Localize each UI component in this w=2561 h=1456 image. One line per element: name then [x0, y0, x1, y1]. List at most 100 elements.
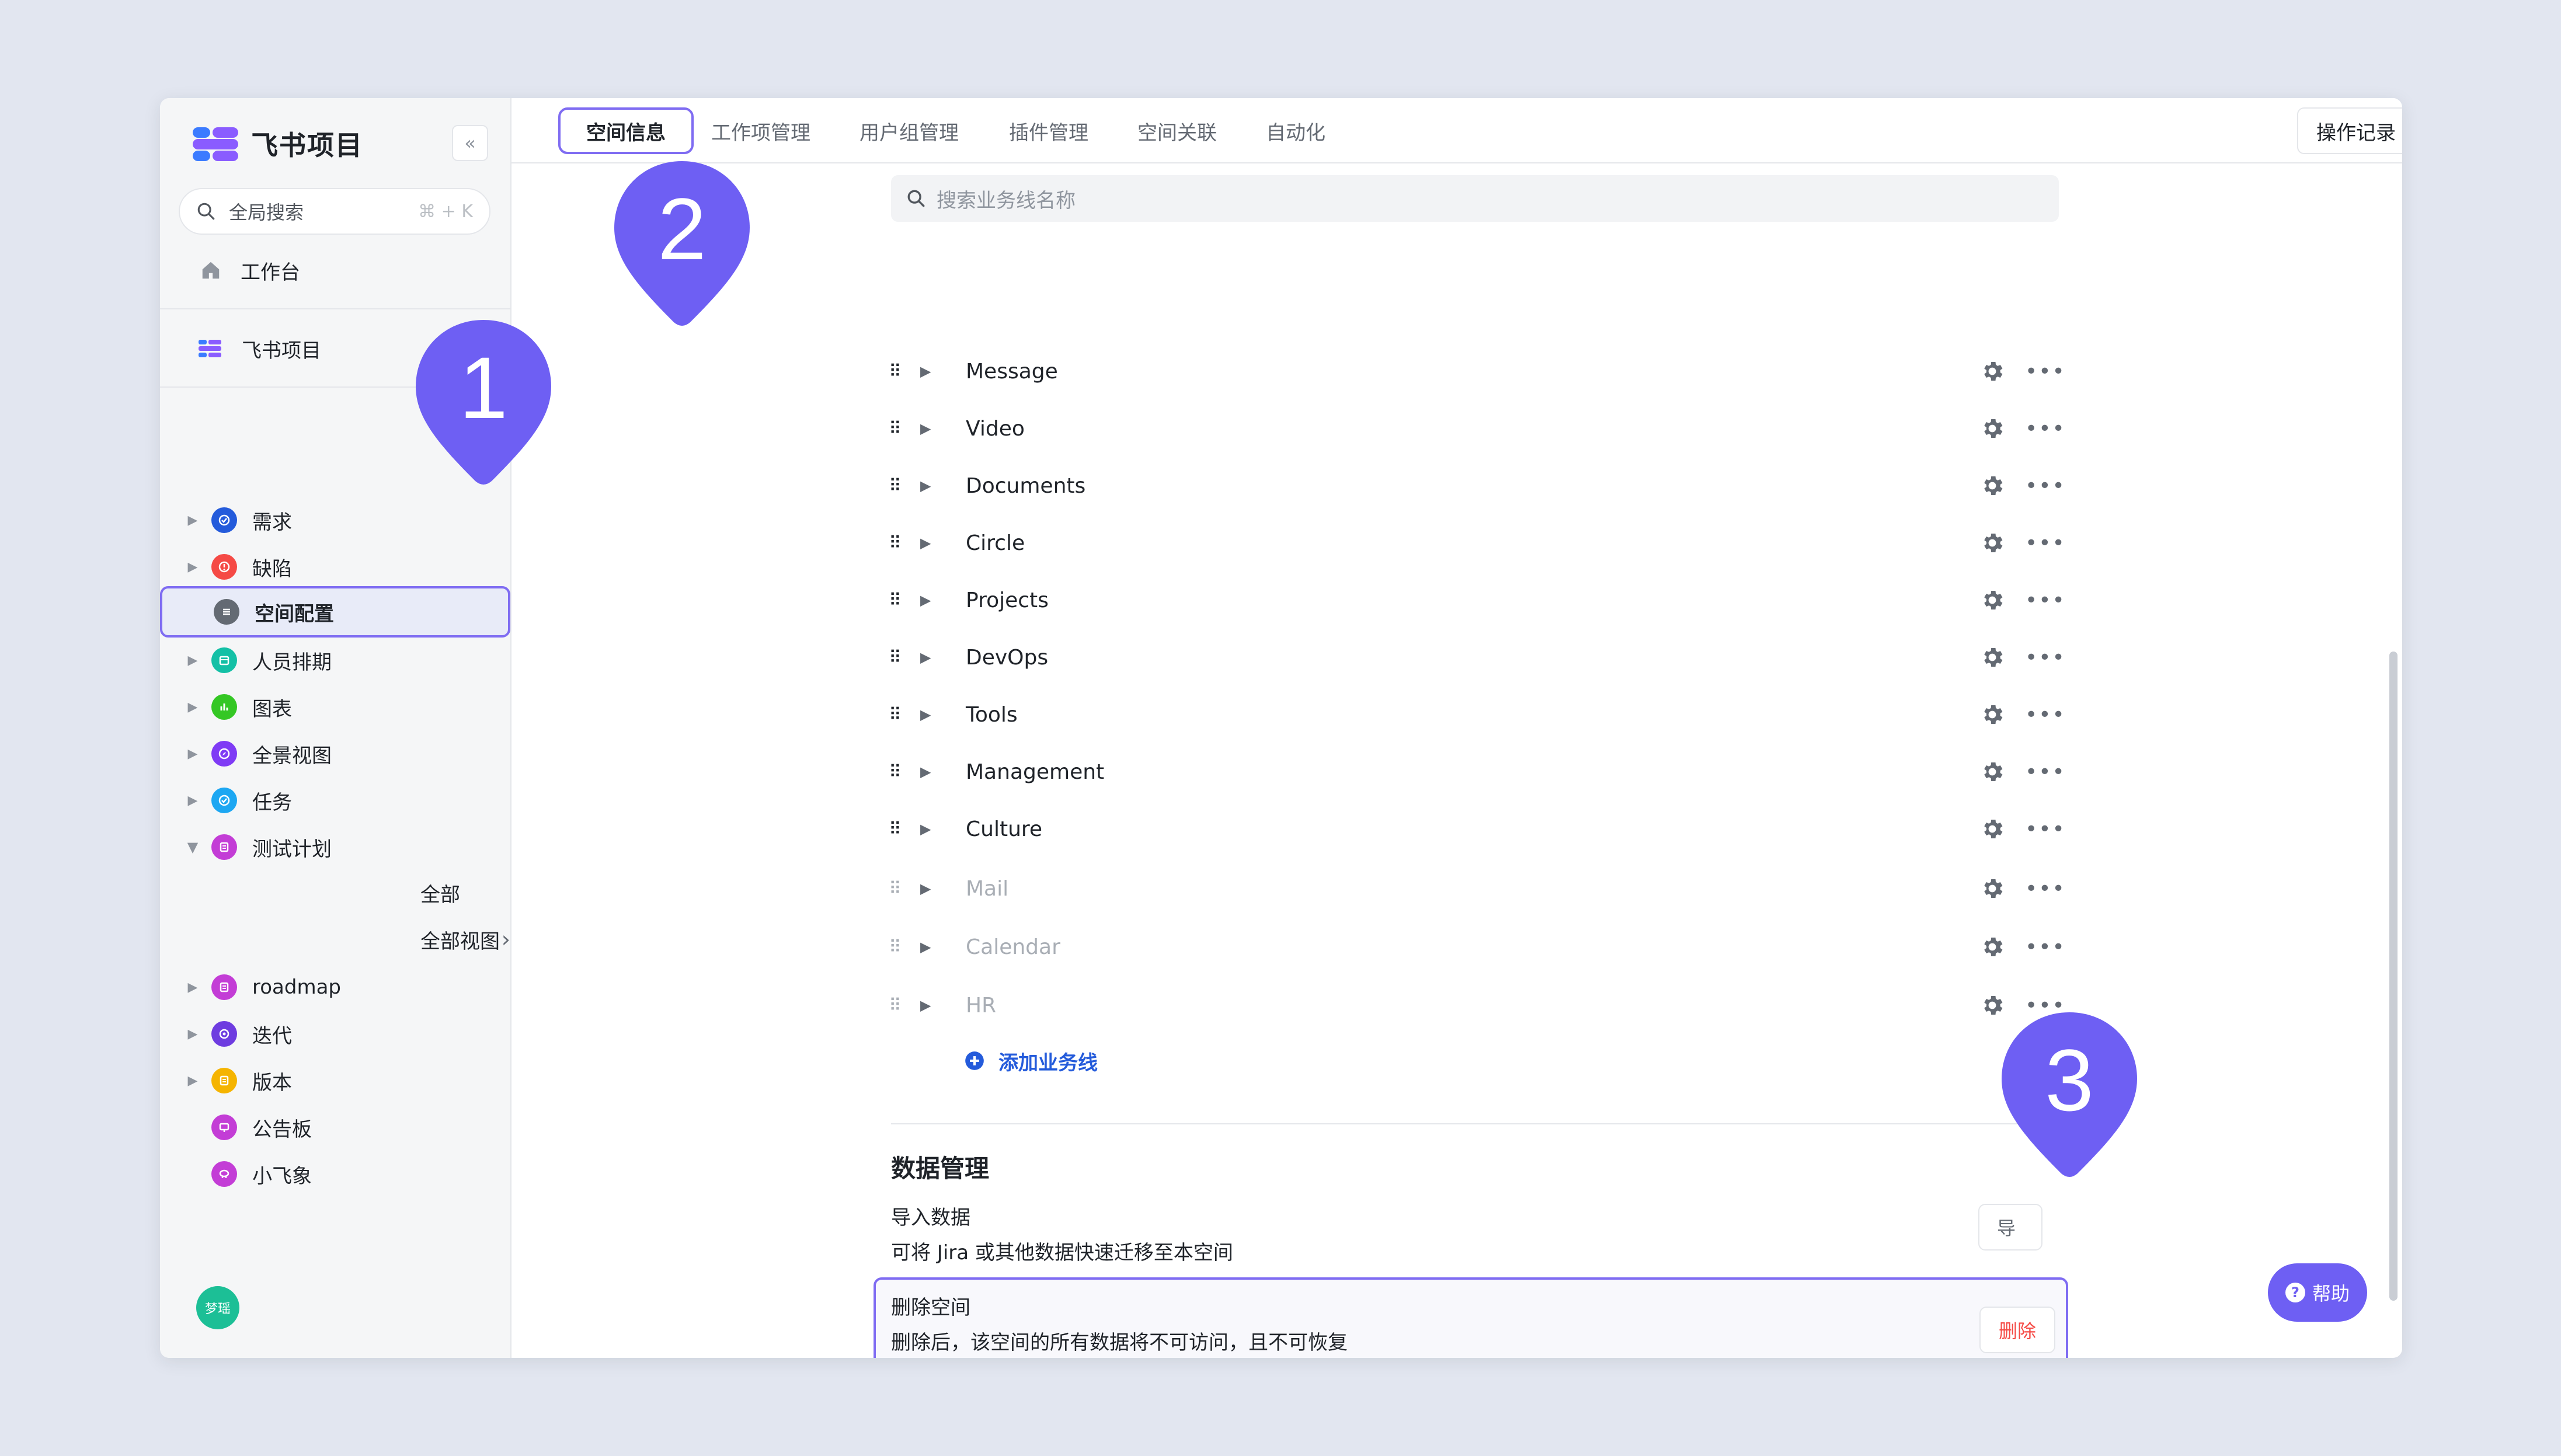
- sidebar-item-bulletin[interactable]: ▶ 公告板: [160, 1106, 510, 1149]
- drag-handle-icon[interactable]: ⠿: [889, 819, 912, 840]
- drag-handle-icon[interactable]: ⠿: [889, 879, 912, 899]
- tab-space-info[interactable]: 空间信息: [558, 107, 694, 154]
- caret-right-icon[interactable]: ▶: [920, 420, 944, 437]
- help-button[interactable]: ? 帮助: [2268, 1263, 2367, 1322]
- caret-right-icon[interactable]: ▶: [920, 478, 944, 494]
- gear-icon[interactable]: [1979, 702, 2005, 727]
- caret-right-icon[interactable]: ▶: [920, 997, 944, 1013]
- business-line-row[interactable]: ⠿ ▶ Tools •••: [889, 691, 2080, 738]
- sidebar-item-tasks[interactable]: ▶ 任务: [160, 779, 510, 822]
- sidebar-item-version[interactable]: ▶ 版本: [160, 1059, 510, 1102]
- drag-handle-icon[interactable]: ⠿: [889, 647, 912, 668]
- drag-handle-icon[interactable]: ⠿: [889, 995, 912, 1016]
- business-line-row[interactable]: ⠿ ▶ Management •••: [889, 748, 2080, 795]
- tab-plugin-management[interactable]: 插件管理: [1009, 107, 1088, 154]
- tab-automation[interactable]: 自动化: [1266, 107, 1325, 154]
- drag-handle-icon[interactable]: ⠿: [889, 937, 912, 957]
- business-line-row[interactable]: ⠿ ▶ Mail •••: [889, 865, 2080, 912]
- tab-work-item-management[interactable]: 工作项管理: [711, 107, 810, 154]
- caret-right-icon[interactable]: ▶: [920, 880, 944, 897]
- caret-right-icon[interactable]: ▶: [920, 821, 944, 837]
- drag-handle-icon[interactable]: ⠿: [889, 419, 912, 439]
- global-search-input[interactable]: 全局搜索 ⌘ + K: [179, 188, 490, 235]
- more-icon[interactable]: •••: [2025, 474, 2066, 498]
- operation-history-button[interactable]: 操作记录: [2297, 107, 2402, 154]
- sidebar-item-roadmap[interactable]: ▶ roadmap: [160, 966, 510, 1009]
- caret-right-icon[interactable]: ▶: [920, 592, 944, 608]
- gear-icon[interactable]: [1979, 358, 2005, 384]
- brand[interactable]: 飞书项目: [193, 123, 363, 165]
- business-line-row[interactable]: ⠿ ▶ Message •••: [889, 348, 2080, 395]
- business-line-row[interactable]: ⠿ ▶ Culture •••: [889, 806, 2080, 852]
- caret-right-icon[interactable]: ▶: [187, 560, 199, 574]
- gear-icon[interactable]: [1979, 645, 2005, 670]
- business-line-row[interactable]: ⠿ ▶ HR •••: [889, 982, 2080, 1029]
- caret-right-icon[interactable]: ▶: [920, 363, 944, 379]
- avatar[interactable]: 梦瑶: [196, 1286, 239, 1329]
- sidebar-item-staff-schedule[interactable]: ▶ 人员排期: [160, 639, 510, 682]
- tab-space-association[interactable]: 空间关联: [1137, 107, 1217, 154]
- caret-right-icon[interactable]: ▶: [187, 1027, 199, 1042]
- gear-icon[interactable]: [1979, 530, 2005, 556]
- sidebar-item-requirements[interactable]: ▶ 需求: [160, 499, 510, 542]
- more-icon[interactable]: •••: [2025, 935, 2066, 959]
- business-line-row[interactable]: ⠿ ▶ Video •••: [889, 405, 2080, 452]
- sidebar-item-test-plan-all-views[interactable]: 全部视图 ›: [259, 918, 510, 961]
- drag-handle-icon[interactable]: ⠿: [889, 762, 912, 782]
- business-line-row[interactable]: ⠿ ▶ Calendar •••: [889, 924, 2080, 970]
- more-icon[interactable]: •••: [2025, 703, 2066, 727]
- business-line-search-input[interactable]: 搜索业务线名称: [891, 175, 2059, 222]
- gear-icon[interactable]: [1979, 759, 2005, 785]
- more-icon[interactable]: •••: [2025, 588, 2066, 612]
- sidebar-item-defects[interactable]: ▶ 缺陷: [160, 545, 510, 588]
- sidebar-item-test-plan[interactable]: ▼ 测试计划: [160, 825, 510, 869]
- sidebar-item-iteration[interactable]: ▶ 迭代: [160, 1012, 510, 1056]
- gear-icon[interactable]: [1979, 587, 2005, 613]
- caret-right-icon[interactable]: ▶: [920, 535, 944, 551]
- drag-handle-icon[interactable]: ⠿: [889, 590, 912, 611]
- caret-right-icon[interactable]: ▶: [920, 706, 944, 723]
- collapse-sidebar-button[interactable]: «: [452, 125, 488, 161]
- caret-right-icon[interactable]: ▶: [187, 980, 199, 995]
- gear-icon[interactable]: [1979, 473, 2005, 499]
- business-line-row[interactable]: ⠿ ▶ DevOps •••: [889, 634, 2080, 681]
- caret-down-icon[interactable]: ▼: [187, 839, 199, 855]
- caret-right-icon[interactable]: ▶: [920, 649, 944, 666]
- more-icon[interactable]: •••: [2025, 817, 2066, 841]
- caret-right-icon[interactable]: ▶: [187, 513, 199, 528]
- gear-icon[interactable]: [1979, 876, 2005, 901]
- caret-right-icon[interactable]: ▶: [187, 1074, 199, 1088]
- caret-right-icon[interactable]: ▶: [187, 700, 199, 715]
- drag-handle-icon[interactable]: ⠿: [889, 361, 912, 382]
- business-line-row[interactable]: ⠿ ▶ Circle •••: [889, 520, 2080, 566]
- caret-right-icon[interactable]: ▶: [187, 747, 199, 761]
- tab-user-group-management[interactable]: 用户组管理: [860, 107, 959, 154]
- vertical-scrollbar[interactable]: [2389, 652, 2398, 1301]
- import-button[interactable]: 导: [1978, 1204, 2042, 1251]
- add-business-line-button[interactable]: 添加业务线: [963, 1040, 1098, 1081]
- drag-handle-icon[interactable]: ⠿: [889, 705, 912, 725]
- sidebar-item-elephant[interactable]: ▶ 小飞象: [160, 1152, 510, 1196]
- gear-icon[interactable]: [1979, 416, 2005, 441]
- business-line-row[interactable]: ⠿ ▶ Projects •••: [889, 577, 2080, 623]
- more-icon[interactable]: •••: [2025, 760, 2066, 784]
- caret-right-icon[interactable]: ▶: [920, 939, 944, 955]
- sidebar-item-panorama[interactable]: ▶ 全景视图: [160, 732, 510, 775]
- gear-icon[interactable]: [1979, 816, 2005, 842]
- delete-space-button[interactable]: 删除: [1979, 1307, 2055, 1353]
- more-icon[interactable]: •••: [2025, 417, 2066, 441]
- sidebar-item-space-config[interactable]: ▶ 空间配置: [160, 586, 510, 638]
- gear-icon[interactable]: [1979, 934, 2005, 960]
- more-icon[interactable]: •••: [2025, 360, 2066, 384]
- caret-right-icon[interactable]: ▶: [920, 764, 944, 780]
- more-icon[interactable]: •••: [2025, 877, 2066, 901]
- more-icon[interactable]: •••: [2025, 531, 2066, 555]
- sidebar-item-charts[interactable]: ▶ 图表: [160, 685, 510, 729]
- caret-right-icon[interactable]: ▶: [187, 793, 199, 808]
- drag-handle-icon[interactable]: ⠿: [889, 533, 912, 553]
- drag-handle-icon[interactable]: ⠿: [889, 476, 912, 496]
- business-line-row[interactable]: ⠿ ▶ Documents •••: [889, 462, 2080, 509]
- caret-right-icon[interactable]: ▶: [187, 653, 199, 668]
- more-icon[interactable]: •••: [2025, 646, 2066, 670]
- sidebar-item-test-plan-all[interactable]: 全部: [259, 871, 460, 914]
